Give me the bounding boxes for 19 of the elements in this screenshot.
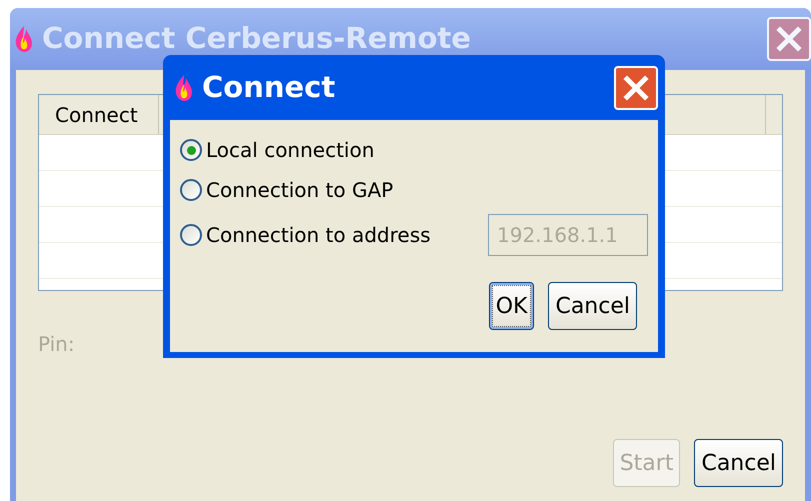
- cancel-button[interactable]: Cancel: [548, 282, 637, 330]
- close-button[interactable]: [767, 17, 811, 61]
- window-title: Connect Cerberus-Remote: [42, 20, 472, 58]
- column-header: Connect: [39, 95, 159, 134]
- pin-label: Pin:: [38, 331, 76, 358]
- dialog-title: Connect: [202, 68, 336, 106]
- radio-button[interactable]: [180, 139, 202, 161]
- flame-icon: [14, 25, 34, 53]
- flame-icon: [174, 74, 194, 102]
- cancel-button[interactable]: Cancel: [694, 439, 783, 487]
- radio-button[interactable]: [180, 224, 202, 246]
- close-icon: [623, 74, 649, 100]
- radio-option[interactable]: Connection to address: [180, 220, 431, 250]
- radio-option[interactable]: Local connection: [180, 135, 374, 165]
- ok-button[interactable]: OK: [488, 282, 534, 330]
- radio-button[interactable]: [180, 179, 202, 201]
- radio-option[interactable]: Connection to GAP: [180, 175, 394, 205]
- close-icon: [776, 26, 802, 52]
- close-button[interactable]: [614, 66, 658, 110]
